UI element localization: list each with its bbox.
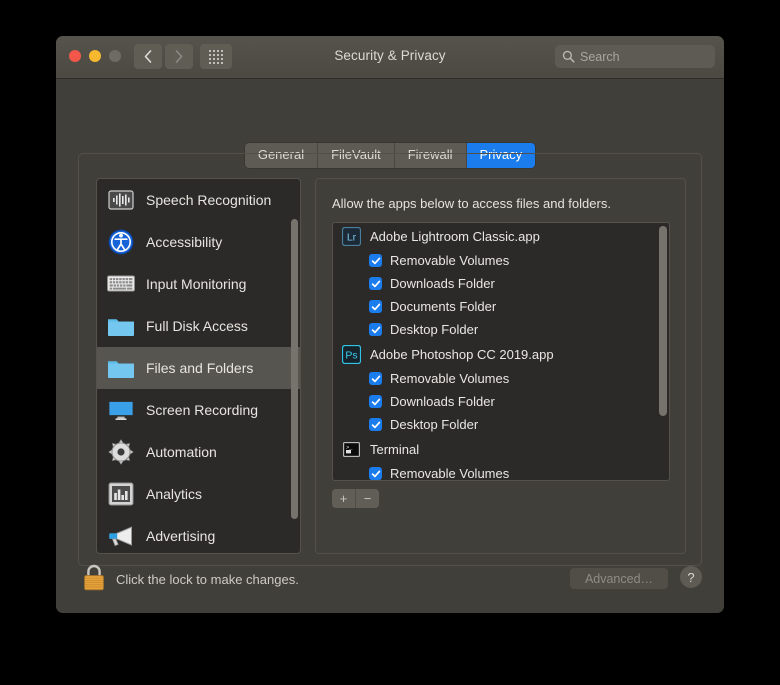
permission-checkbox[interactable] [369,418,382,431]
megaphone-icon [107,522,135,550]
app-permission-list-inner: Lr Adobe Lightroom Classic.app Removable… [333,223,669,481]
permission-row[interactable]: Documents Folder [333,295,669,318]
permission-row[interactable]: Removable Volumes [333,367,669,390]
permission-checkbox[interactable] [369,254,382,267]
sidebar-item-label: Screen Recording [146,402,259,418]
permission-checkbox[interactable] [369,467,382,480]
permission-checkbox[interactable] [369,395,382,408]
sidebar-scrollbar[interactable] [291,183,298,551]
lock-closed-icon [84,564,104,591]
app-name: Terminal [370,441,420,457]
help-button[interactable]: ? [680,566,702,588]
folder-icon [107,354,135,382]
permission-row[interactable]: Desktop Folder [333,318,669,341]
sidebar-scrollbar-thumb[interactable] [291,219,298,519]
checkmark-icon [371,257,380,264]
search-box[interactable] [555,45,715,68]
content-description: Allow the apps below to access files and… [332,196,611,211]
remove-app-button[interactable]: − [356,489,379,508]
bottom-bar: Click the lock to make changes. Advanced… [56,552,724,613]
sidebar-item-label: Analytics [146,486,203,502]
sidebar-item-full-disk-access[interactable]: Full Disk Access [97,305,300,347]
svg-text:Ps: Ps [345,349,357,361]
sidebar-item-label: Automation [146,444,217,460]
sidebar-item-input-monitoring[interactable]: Input Monitoring [97,263,300,305]
permission-row[interactable]: Downloads Folder [333,272,669,295]
lock-button[interactable] [81,563,107,593]
permission-label: Desktop Folder [390,417,479,432]
sidebar-item-accessibility[interactable]: Accessibility [97,221,300,263]
screen: Security & Privacy General FileVault Fir… [0,0,780,685]
search-input[interactable] [580,49,708,64]
display-icon [107,396,135,424]
permission-label: Downloads Folder [390,394,495,409]
sidebar-item-screen-recording[interactable]: Screen Recording [97,389,300,431]
checkmark-icon [371,280,380,287]
app-list-scrollbar[interactable] [659,226,667,477]
permission-label: Removable Volumes [390,253,510,268]
lightroom-icon: Lr [342,226,361,246]
permission-label: Desktop Folder [390,322,479,337]
sidebar-item-automation[interactable]: Automation [97,431,300,473]
add-remove-button-group: + − [332,489,379,508]
app-list-scrollbar-thumb[interactable] [659,226,667,416]
sidebar-item-label: Speech Recognition [146,192,272,208]
waveform-icon [107,186,135,214]
folder-icon [107,312,135,340]
permission-checkbox[interactable] [369,300,382,313]
app-row-photoshop[interactable]: Ps Adobe Photoshop CC 2019.app [333,341,669,367]
sidebar-item-label: Input Monitoring [146,276,247,292]
app-row-terminal[interactable]: >_ Terminal [333,436,669,462]
permission-row[interactable]: Removable Volumes [333,462,669,481]
svg-text:Lr: Lr [347,231,357,243]
add-app-button[interactable]: + [332,489,356,508]
permission-checkbox[interactable] [369,277,382,290]
app-row-lightroom[interactable]: Lr Adobe Lightroom Classic.app [333,223,669,249]
sidebar-item-label: Full Disk Access [146,318,248,334]
permission-label: Documents Folder [390,299,497,314]
permission-row[interactable]: Downloads Folder [333,390,669,413]
window-body: General FileVault Firewall Privacy Speec… [56,79,724,613]
sidebar-item-label: Accessibility [146,234,223,250]
advanced-button: Advanced… [570,568,668,589]
app-permission-list[interactable]: Lr Adobe Lightroom Classic.app Removable… [332,222,670,481]
checkmark-icon [371,398,380,405]
bar-chart-icon [107,480,135,508]
window-titlebar: Security & Privacy [56,36,724,79]
gear-icon [107,438,135,466]
checkmark-icon [371,303,380,310]
sidebar-item-files-and-folders[interactable]: Files and Folders [97,347,300,389]
svg-text:>_: >_ [346,444,353,451]
checkmark-icon [371,375,380,382]
accessibility-icon [107,228,135,256]
lock-message: Click the lock to make changes. [116,572,299,587]
privacy-panel: Speech Recognition Accessibility Input M… [78,153,702,566]
files-and-folders-content: Allow the apps below to access files and… [315,178,686,554]
terminal-icon: >_ [342,440,361,459]
sidebar-item-label: Advertising [146,528,216,544]
app-name: Adobe Photoshop CC 2019.app [370,346,554,362]
checkmark-icon [371,470,380,477]
privacy-category-list[interactable]: Speech Recognition Accessibility Input M… [96,178,301,554]
search-icon [562,50,575,63]
permission-label: Downloads Folder [390,276,495,291]
checkmark-icon [371,421,380,428]
permission-row[interactable]: Desktop Folder [333,413,669,436]
permission-label: Removable Volumes [390,371,510,386]
permission-checkbox[interactable] [369,372,382,385]
sidebar-item-analytics[interactable]: Analytics [97,473,300,515]
permission-checkbox[interactable] [369,323,382,336]
sidebar-item-advertising[interactable]: Advertising [97,515,300,553]
keyboard-icon [107,270,135,298]
permission-row[interactable]: Removable Volumes [333,249,669,272]
sidebar-item-label: Files and Folders [146,360,254,376]
system-preferences-window: Security & Privacy General FileVault Fir… [56,36,724,613]
checkmark-icon [371,326,380,333]
sidebar-item-speech-recognition[interactable]: Speech Recognition [97,179,300,221]
photoshop-icon: Ps [342,344,361,364]
permission-label: Removable Volumes [390,466,510,481]
app-name: Adobe Lightroom Classic.app [370,228,540,244]
